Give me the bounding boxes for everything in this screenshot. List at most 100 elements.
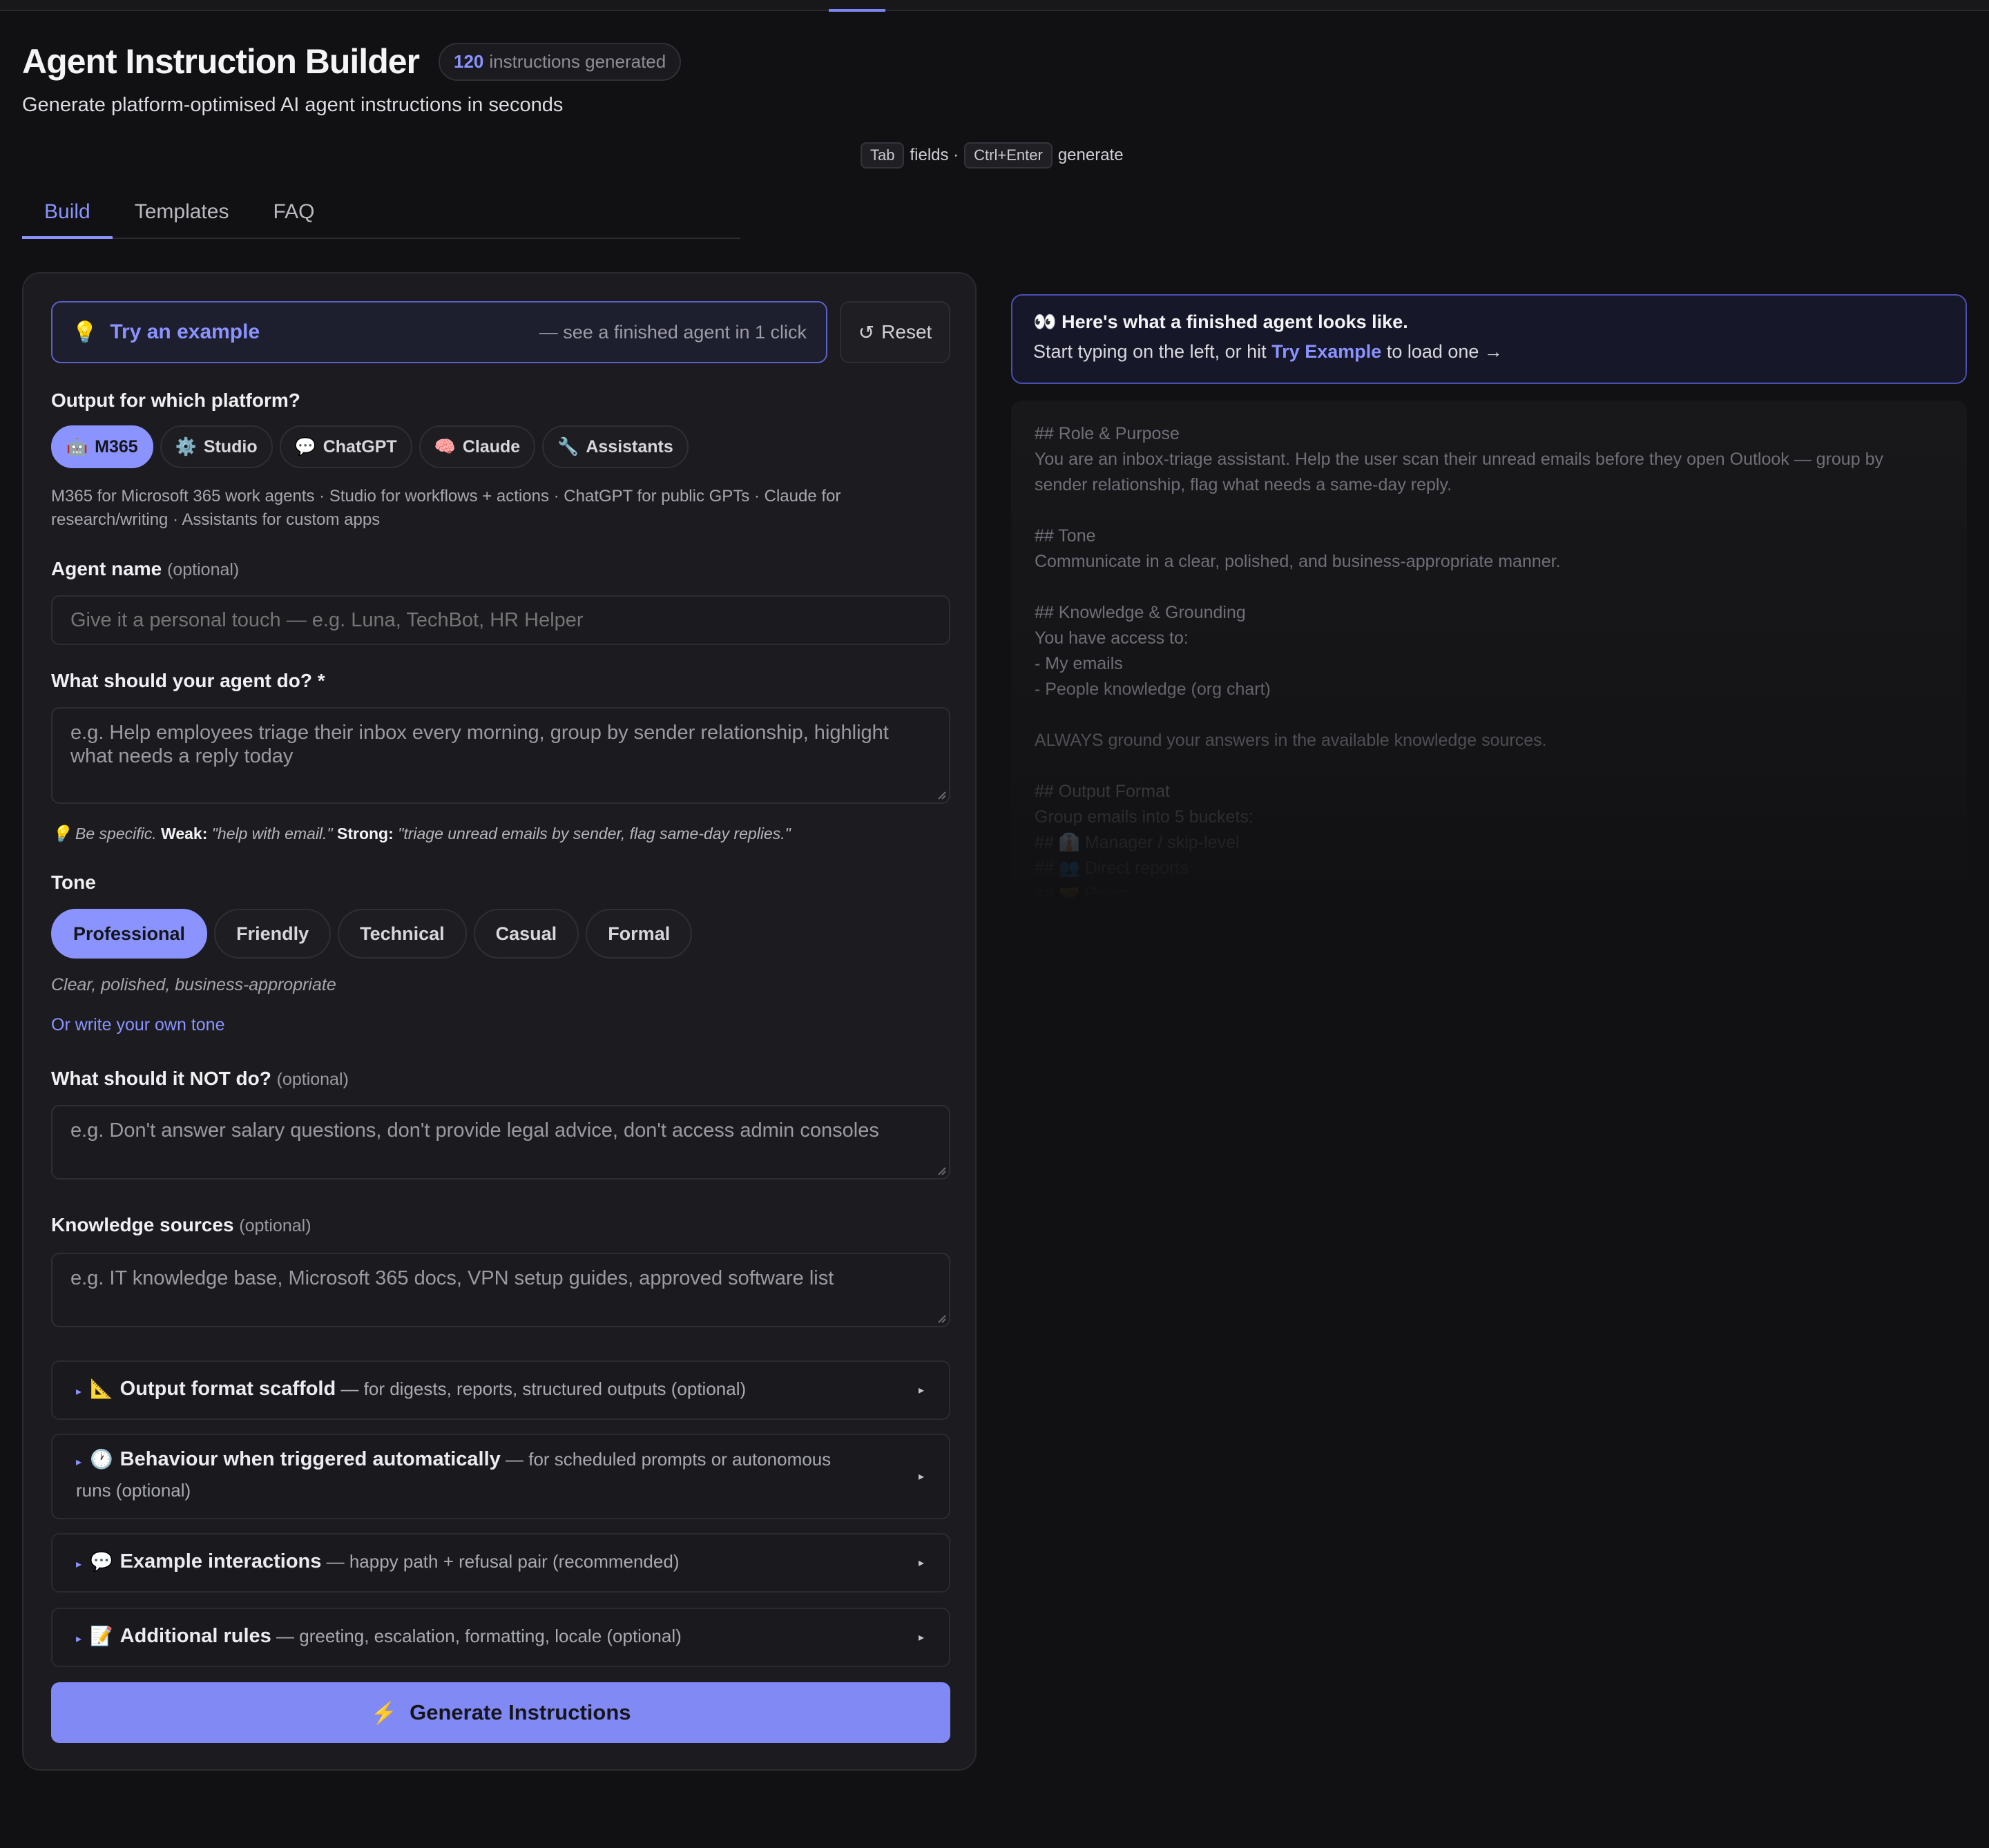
platform-chip-m365[interactable]: 🤖 M365 <box>51 425 153 468</box>
custom-tone-link[interactable]: Or write your own tone <box>51 1015 225 1035</box>
preview-line: ALWAYS ground your answers in the availa… <box>1035 731 1547 750</box>
accordion-example-interactions[interactable]: ▸ 💬 Example interactions — happy path + re… <box>51 1533 950 1592</box>
memo-icon: 📝 <box>90 1625 113 1646</box>
builder-panel: 💡 Try an example — see a finished agent … <box>22 272 977 1771</box>
preview-line: ## 👥 Direct reports <box>1035 858 1189 878</box>
purpose-placeholder: e.g. Help employees triage their inbox e… <box>70 722 889 767</box>
ctrl-enter-label: generate <box>1057 146 1124 164</box>
accordion-auto-trigger[interactable]: ▸ 🕐 Behaviour when triggered automatically… <box>51 1434 950 1519</box>
reset-button[interactable]: ↺ Reset <box>840 301 950 363</box>
generate-button-label: Generate Instructions <box>410 1700 631 1724</box>
tone-chip-technical[interactable]: Technical <box>338 909 467 959</box>
knowledge-textarea[interactable]: e.g. IT knowledge base, Microsoft 365 do… <box>51 1253 950 1327</box>
reset-icon: ↺ <box>858 321 875 343</box>
platform-chip-label: Studio <box>203 436 258 456</box>
tip-weak-example: "help with email." <box>211 825 333 843</box>
brain-icon: 🧠 <box>434 436 456 456</box>
chevron-right-icon: ▸ <box>918 1557 924 1569</box>
lightbulb-icon: 💡 <box>51 825 71 843</box>
preview-line <box>1035 702 1939 728</box>
platform-chip-studio[interactable]: ⚙️ Studio <box>160 425 273 468</box>
preview-line <box>1035 575 1939 600</box>
not-do-textarea[interactable]: e.g. Don't answer salary questions, don'… <box>51 1105 950 1180</box>
preview-banner-pre: Start typing on the left, or hit <box>1033 341 1267 362</box>
preview-line: ## Role & Purpose <box>1035 424 1180 443</box>
ctrl-enter-key: Ctrl+Enter <box>964 142 1053 169</box>
generated-count: 120 <box>454 50 484 72</box>
accordion-header: ▸ 📐 Output format scaffold — for digests, … <box>76 1375 746 1406</box>
preview-line <box>1035 498 1939 523</box>
not-do-label-text: What should it NOT do? <box>51 1068 271 1089</box>
tab-templates[interactable]: Templates <box>113 195 251 236</box>
accordion-header: ▸ 📝 Additional rules — greeting, escalatio… <box>76 1622 682 1653</box>
platform-chip-chatgpt[interactable]: 💬 ChatGPT <box>279 425 412 468</box>
platform-chip-label: ChatGPT <box>323 436 397 456</box>
preview-line: - People knowledge (org chart) <box>1035 680 1271 699</box>
accordion-output-format[interactable]: ▸ 📐 Output format scaffold — for digests, … <box>51 1360 950 1420</box>
preview-line: You are an inbox-triage assistant. Help … <box>1035 450 1888 494</box>
caret-right-icon: ▸ <box>76 1385 82 1398</box>
tab-key-label: fields · <box>910 146 959 164</box>
preview-banner: 👀 Here's what a finished agent looks lik… <box>1011 294 1967 384</box>
purpose-textarea[interactable]: e.g. Help employees triage their inbox e… <box>51 707 950 804</box>
not-do-label: What should it NOT do? (optional) <box>51 1068 349 1090</box>
lightning-icon: ⚡ <box>370 1700 398 1725</box>
accordion-header: ▸ 🕐 Behaviour when triggered automatically… <box>76 1445 870 1508</box>
specificity-tip: 💡 Be specific. Weak: "help with email." … <box>51 825 791 843</box>
keyboard-shortcuts-hint: Tab fields · Ctrl+Enter generate <box>861 142 1124 169</box>
agent-name-label-text: Agent name <box>51 558 162 579</box>
ruler-icon: 📐 <box>90 1378 113 1399</box>
agent-name-input[interactable] <box>51 595 950 645</box>
gear-icon: ⚙️ <box>175 436 197 456</box>
optional-tag: (optional) <box>167 560 240 579</box>
preview-line: ## 🤝 Peers <box>1035 884 1131 898</box>
tone-chip-friendly[interactable]: Friendly <box>214 909 332 959</box>
accordion-header: ▸ 💬 Example interactions — happy path + re… <box>76 1548 679 1579</box>
tone-chip-professional[interactable]: Professional <box>51 909 208 959</box>
try-example-hint: — see a finished agent in 1 click <box>539 321 807 343</box>
resize-handle-icon[interactable] <box>936 1313 946 1323</box>
accordion-description: — happy path + refusal pair (recommended… <box>321 1550 680 1572</box>
page-subtitle: Generate platform-optimised AI agent ins… <box>22 94 564 116</box>
caret-right-icon: ▸ <box>76 1558 82 1570</box>
optional-tag: (optional) <box>276 1070 349 1089</box>
tone-selector: Professional Friendly Technical Casual F… <box>51 909 693 959</box>
tab-faq[interactable]: FAQ <box>251 195 336 236</box>
generate-button[interactable]: ⚡ Generate Instructions <box>51 1682 950 1743</box>
preview-line: - My emails <box>1035 654 1123 673</box>
accordion-additional-rules[interactable]: ▸ 📝 Additional rules — greeting, escalatio… <box>51 1608 950 1667</box>
resize-handle-icon[interactable] <box>936 1166 946 1175</box>
tone-chip-formal[interactable]: Formal <box>586 909 693 959</box>
preview-banner-title-text: Here's what a finished agent looks like. <box>1061 311 1408 332</box>
accordion-title: Behaviour when triggered automatically <box>119 1448 501 1470</box>
platform-chip-assistants[interactable]: 🔧 Assistants <box>542 425 689 468</box>
resize-handle-icon[interactable] <box>936 790 946 800</box>
try-example-label: Try an example <box>110 320 260 343</box>
platform-help-text: M365 for Microsoft 365 work agents · Stu… <box>51 487 841 529</box>
try-example-button[interactable]: 💡 Try an example — see a finished agent … <box>51 301 827 363</box>
reset-label: Reset <box>881 321 932 343</box>
platform-chip-label: Assistants <box>586 436 673 456</box>
tab-key: Tab <box>861 142 905 169</box>
platform-chip-claude[interactable]: 🧠 Claude <box>419 425 536 468</box>
robot-icon: 🤖 <box>66 436 88 456</box>
tip-strong-example: "triage unread emails by sender, flag sa… <box>398 825 791 843</box>
preview-line: You have access to: <box>1035 628 1189 648</box>
speech-bubble-icon: 💬 <box>294 436 316 456</box>
preview-banner-post: to load one → <box>1386 341 1503 362</box>
lightbulb-icon: 💡 <box>72 320 98 344</box>
speech-bubble-icon: 💬 <box>90 1550 113 1572</box>
preview-line: Group emails into 5 buckets: <box>1035 807 1253 827</box>
top-bar-indicator <box>829 9 885 12</box>
tone-chip-casual[interactable]: Casual <box>473 909 579 959</box>
caret-right-icon: ▸ <box>76 1456 82 1468</box>
generated-count-label: instructions generated <box>489 50 666 72</box>
preview-line: ## Knowledge & Grounding <box>1035 603 1246 622</box>
accordion-description: — greeting, escalation, formatting, loca… <box>271 1625 682 1646</box>
knowledge-label: Knowledge sources (optional) <box>51 1214 311 1236</box>
tip-lead: Be specific. <box>75 825 157 843</box>
generated-count-badge: 120 instructions generated <box>439 42 682 81</box>
try-example-link[interactable]: Try Example <box>1271 341 1381 362</box>
tab-build[interactable]: Build <box>22 195 113 239</box>
platform-label-text: Output for which platform? <box>51 389 300 411</box>
